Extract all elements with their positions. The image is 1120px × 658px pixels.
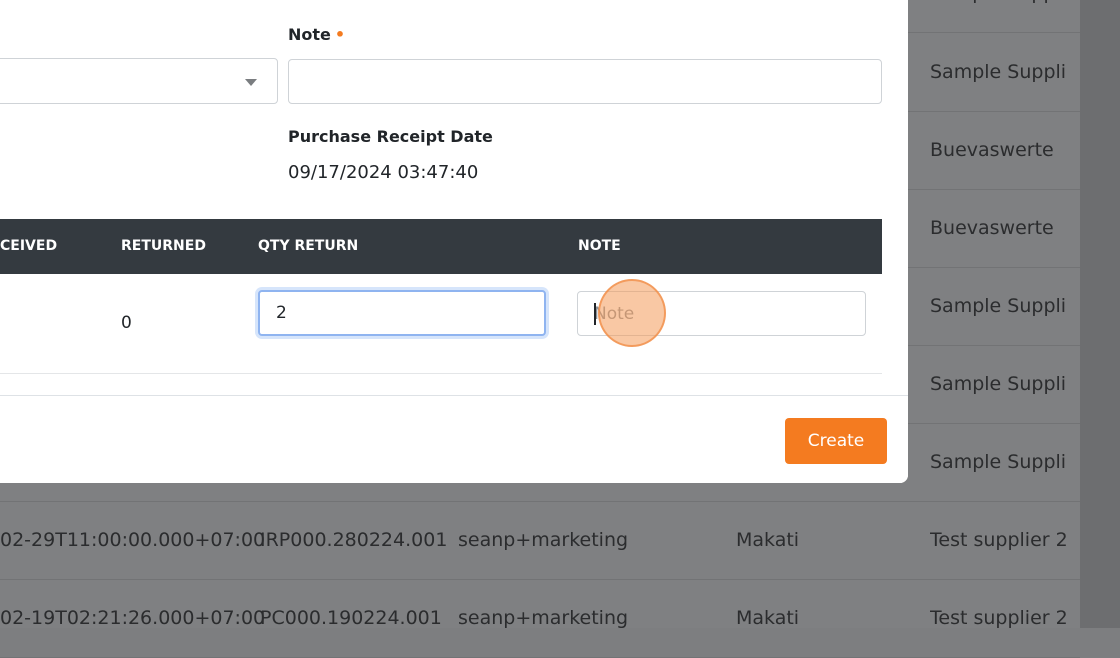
location-cell: Makati (736, 529, 800, 551)
supplier-cell: Sample Suppli (930, 295, 1067, 317)
create-button[interactable]: Create (785, 418, 887, 464)
supplier-cell: Sample Suppli (930, 373, 1067, 395)
receipt-date-value: 09/17/2024 03:47:40 (288, 162, 479, 183)
column-header-received: CEIVED (0, 238, 58, 254)
qty-return-input[interactable] (258, 290, 546, 336)
supplier-cell: Test supplier 2 (930, 607, 1068, 629)
table-row: 02-29T11:00:00.000+07:00 IRP000.280224.0… (0, 501, 1080, 580)
supplier-cell: Buevaswerte (930, 139, 1054, 161)
click-indicator (598, 279, 666, 347)
receipt-date-label: Purchase Receipt Date (288, 127, 493, 146)
note-input[interactable] (288, 59, 882, 104)
note-field-label: Note • (288, 25, 345, 44)
date-cell: 02-29T11:00:00.000+07:00 (0, 529, 266, 551)
user-cell: seanp+marketing (458, 529, 629, 551)
reference-cell: PC000.190224.001 (260, 607, 442, 629)
supplier-cell: Test supplier 2 (930, 529, 1068, 551)
purchase-return-modal: Note • Purchase Receipt Date 09/17/2024 0… (0, 0, 908, 483)
supplier-cell: Buevaswerte (930, 217, 1054, 239)
location-cell: Makati (736, 607, 800, 629)
column-header-note: NOTE (578, 238, 621, 254)
text-caret (594, 303, 596, 325)
date-cell: 02-19T02:21:26.000+07:00 (0, 607, 266, 629)
table-row: 02-19T02:21:26.000+07:00 PC000.190224.00… (0, 579, 1080, 658)
column-header-returned: RETURNED (121, 238, 206, 254)
note-label-text: Note (288, 25, 331, 44)
required-indicator: • (334, 25, 346, 44)
table-row: 0 (0, 274, 882, 374)
returned-value: 0 (121, 313, 132, 333)
supplier-cell: Sample Suppli (930, 61, 1067, 83)
page-scrollbar[interactable] (1080, 0, 1120, 628)
user-cell: seanp+marketing (458, 607, 629, 629)
items-table-header: CEIVED RETURNED QTY RETURN NOTE (0, 219, 882, 274)
chevron-down-icon (245, 79, 257, 86)
column-header-qty-return: QTY RETURN (258, 238, 359, 254)
reference-cell: IRP000.280224.001 (260, 529, 448, 551)
modal-footer: Create (0, 395, 908, 483)
purchase-receipt-select[interactable] (0, 58, 278, 104)
supplier-cell: Sample Suppli (930, 0, 1066, 32)
supplier-cell: Sample Suppli (930, 451, 1067, 473)
